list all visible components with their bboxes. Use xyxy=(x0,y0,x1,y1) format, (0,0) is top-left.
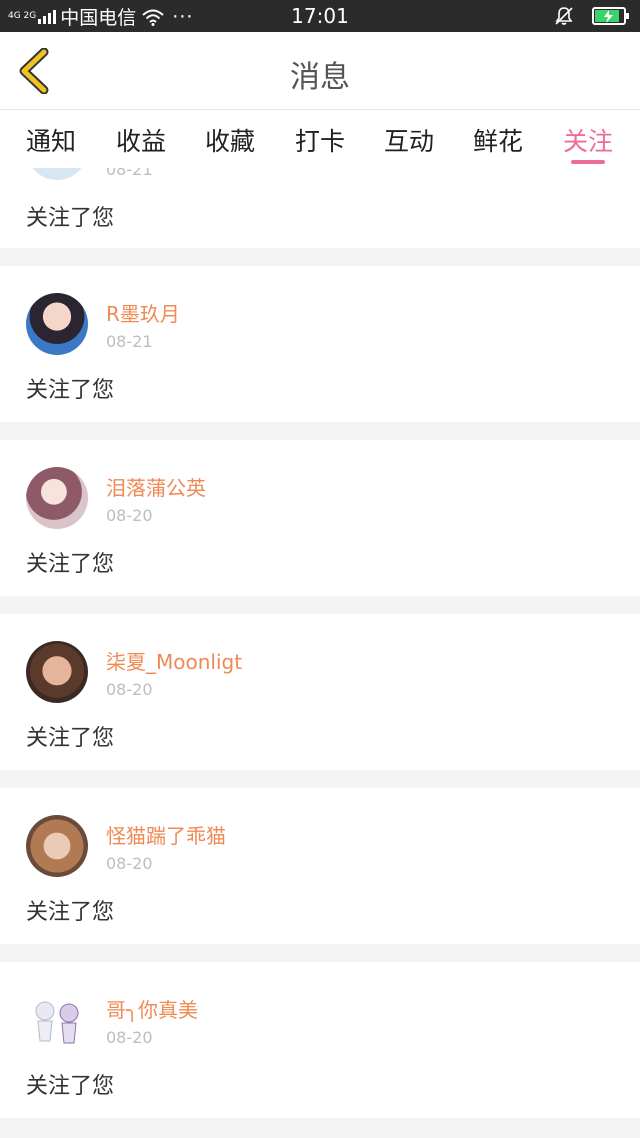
clock: 17:01 xyxy=(291,4,349,28)
username[interactable]: R墨玖月 xyxy=(106,298,180,327)
follow-date: 08-20 xyxy=(106,680,153,699)
header-bar: 消息 xyxy=(0,32,640,110)
tab-checkin[interactable]: 打卡 xyxy=(285,122,355,158)
follow-date: 08-20 xyxy=(106,506,153,525)
battery-charging-icon xyxy=(592,7,629,25)
follow-date: 08-20 xyxy=(106,854,153,873)
avatar[interactable] xyxy=(26,641,88,703)
tab-notifications[interactable]: 通知 xyxy=(16,122,86,158)
tab-following[interactable]: 关注 xyxy=(553,122,623,158)
follow-message: 关注了您 xyxy=(26,378,115,403)
avatar[interactable] xyxy=(26,815,88,877)
tab-favorites[interactable]: 收藏 xyxy=(195,122,265,158)
tab-earnings[interactable]: 收益 xyxy=(106,122,176,158)
username[interactable]: 怪猫踹了乖猫 xyxy=(106,820,226,849)
follow-list: 08-21 关注了您 R墨玖月 08-21 关注了您 泪落蒲公英 08-20 关… xyxy=(0,168,640,1138)
tab-interactions[interactable]: 互动 xyxy=(374,122,444,158)
follow-message: 关注了您 xyxy=(26,206,115,231)
avatar[interactable] xyxy=(26,168,88,180)
follow-date: 08-21 xyxy=(106,332,153,351)
follow-message: 关注了您 xyxy=(26,552,115,577)
list-item[interactable]: 泪落蒲公英 08-20 关注了您 xyxy=(0,440,640,596)
username[interactable]: 哥╮你真美 xyxy=(106,994,198,1023)
follow-date: 08-20 xyxy=(106,1028,153,1047)
bell-muted-icon xyxy=(555,7,573,25)
avatar[interactable] xyxy=(26,467,88,529)
list-item[interactable]: 柒夏_Moonligt 08-20 关注了您 xyxy=(0,614,640,770)
avatar[interactable] xyxy=(26,989,88,1051)
list-item[interactable]: R墨玖月 08-21 关注了您 xyxy=(0,266,640,422)
list-item[interactable]: 怪猫踹了乖猫 08-20 关注了您 xyxy=(0,788,640,944)
follow-message: 关注了您 xyxy=(26,1074,115,1099)
status-bar: 4G 2G 中国电信 ··· 17:01 xyxy=(0,0,640,32)
chibi-characters-icon xyxy=(35,1001,79,1044)
tab-flowers[interactable]: 鲜花 xyxy=(463,122,533,158)
follow-date: 08-21 xyxy=(106,168,153,179)
follow-message: 关注了您 xyxy=(26,726,115,751)
page-title: 消息 xyxy=(290,60,350,95)
list-item[interactable]: 08-21 关注了您 xyxy=(0,168,640,248)
tab-bar: 通知 收益 收藏 打卡 互动 鲜花 关注 xyxy=(0,110,640,168)
username[interactable]: 泪落蒲公英 xyxy=(106,472,206,501)
list-item[interactable]: 哥╮你真美 08-20 关注了您 xyxy=(0,962,640,1118)
follow-message: 关注了您 xyxy=(26,900,115,925)
avatar[interactable] xyxy=(26,293,88,355)
active-tab-indicator xyxy=(571,160,605,164)
username[interactable]: 柒夏_Moonligt xyxy=(106,646,242,675)
